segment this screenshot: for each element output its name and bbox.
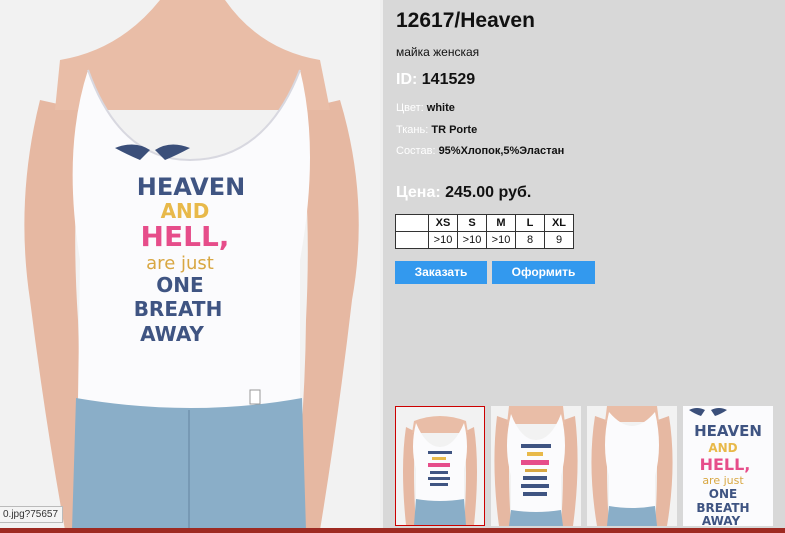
size-corner-cell xyxy=(395,231,429,249)
thumb-print-line-5: ONE xyxy=(709,487,737,501)
product-info-panel: 12617/Heaven майка женская ID: 141529 Цв… xyxy=(383,0,785,528)
print-line-3: HELL, xyxy=(141,220,230,253)
size-stock-cell: 9 xyxy=(544,231,574,249)
footer-bar xyxy=(0,528,785,533)
id-value: 141529 xyxy=(421,71,476,88)
thumb-print-line-4: are just xyxy=(702,474,744,487)
size-header-cell[interactable]: XS xyxy=(428,214,458,232)
thumbnail-3[interactable] xyxy=(587,406,677,526)
price: Цена: 245.00 руб. xyxy=(396,184,531,202)
composition-value: 95%Хлопок,5%Эластан xyxy=(438,145,565,157)
color-label: Цвет: xyxy=(396,102,424,114)
fabric-row: Ткань: TR Porte xyxy=(396,124,477,136)
thumbnail-1[interactable] xyxy=(395,406,485,526)
color-value: white xyxy=(426,102,455,114)
size-header-cell[interactable]: M xyxy=(486,214,516,232)
size-stock-cell: 8 xyxy=(515,231,545,249)
size-corner-cell xyxy=(395,214,429,232)
price-label: Цена: xyxy=(396,184,441,201)
print-line-6: BREATH xyxy=(134,297,223,321)
thumbnail-image-back xyxy=(587,406,677,526)
thumbnail-image-front-model xyxy=(396,407,484,525)
print-line-7: AWAY xyxy=(140,322,204,346)
thumbnail-4[interactable]: HEAVEN AND HELL, are just ONE BREATH AWA… xyxy=(683,406,773,526)
thumb-print-line-3: HELL, xyxy=(700,455,751,474)
size-table: XS S M L XL >10 >10 >10 8 9 xyxy=(395,214,574,249)
checkout-button[interactable]: Оформить xyxy=(492,261,595,284)
size-stock-cell: >10 xyxy=(486,231,516,249)
thumb-print-line-6: BREATH xyxy=(696,501,749,515)
print-line-4: are just xyxy=(146,253,214,274)
print-line-5: ONE xyxy=(156,273,203,297)
size-stock-row: >10 >10 >10 8 9 xyxy=(395,231,574,249)
color-row: Цвет: white xyxy=(396,102,455,114)
fabric-value: TR Porte xyxy=(431,124,478,136)
product-title: 12617/Heaven xyxy=(396,9,535,32)
thumb-print-line-2: AND xyxy=(708,441,737,455)
size-stock-cell: >10 xyxy=(428,231,458,249)
product-id: ID: 141529 xyxy=(396,71,475,89)
composition-row: Состав: 95%Хлопок,5%Эластан xyxy=(396,145,564,157)
price-value: 245.00 руб. xyxy=(445,184,532,201)
order-button[interactable]: Заказать xyxy=(395,261,487,284)
product-subtitle: майка женская xyxy=(396,45,480,59)
status-url-tooltip: 0.jpg?75657 xyxy=(0,506,64,523)
thumb-print-line-1: HEAVEN xyxy=(694,422,762,440)
main-product-image[interactable]: HEAVEN AND HELL, are just ONE BREATH AWA… xyxy=(0,0,383,530)
size-header-row: XS S M L XL xyxy=(395,214,574,232)
size-header-cell[interactable]: XL xyxy=(544,214,574,232)
size-header-cell[interactable]: L xyxy=(515,214,545,232)
thumbnail-2[interactable] xyxy=(491,406,581,526)
composition-label: Состав: xyxy=(396,145,436,157)
size-header-cell[interactable]: S xyxy=(457,214,487,232)
fabric-label: Ткань: xyxy=(396,124,429,136)
thumbnail-image-print-detail: HEAVEN AND HELL, are just ONE BREATH AWA… xyxy=(683,406,773,526)
id-label: ID: xyxy=(396,71,418,88)
model-photo: HEAVEN AND HELL, are just ONE BREATH AWA… xyxy=(0,0,383,530)
size-stock-cell: >10 xyxy=(457,231,487,249)
thumb-print-line-7: AWAY xyxy=(702,514,741,526)
print-line-1: HEAVEN xyxy=(137,173,245,201)
thumbnail-image-front-closeup xyxy=(491,406,581,526)
